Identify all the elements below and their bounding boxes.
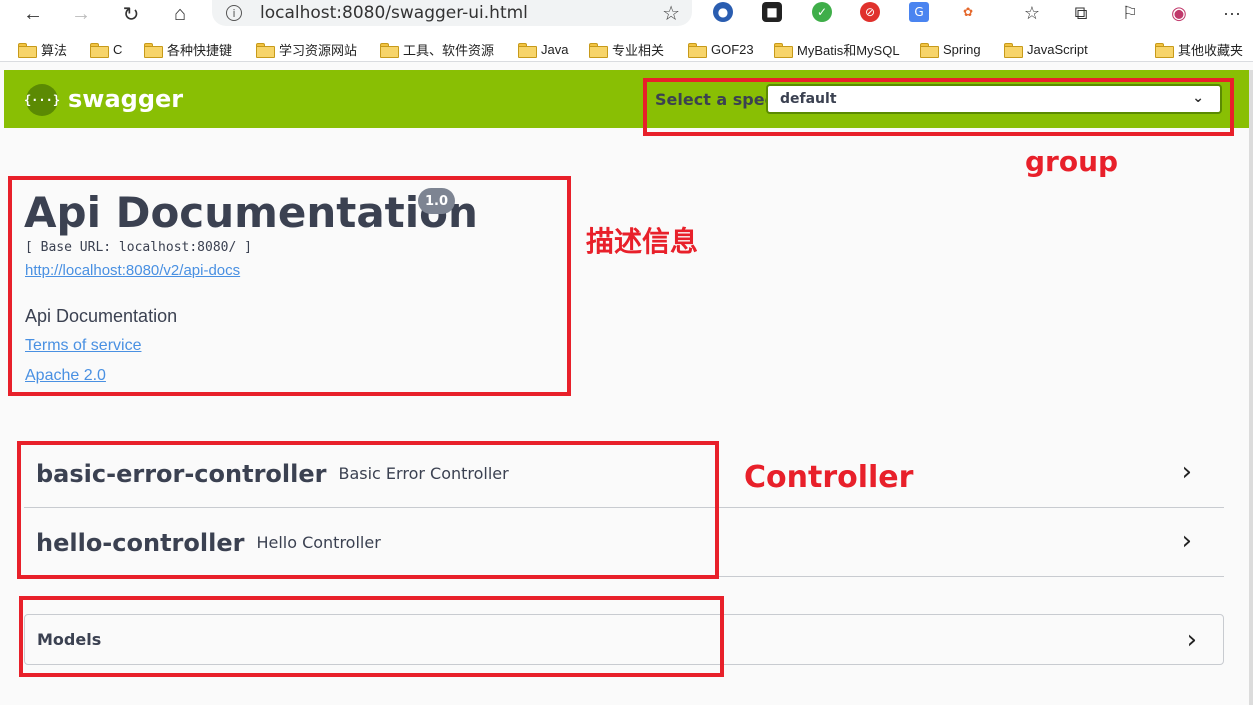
folder-icon	[1155, 42, 1174, 58]
annotation-box-models	[19, 596, 724, 677]
bookmark-folder[interactable]: 其他收藏夹	[1155, 40, 1243, 58]
translate-extension-icon[interactable]: G	[909, 2, 929, 22]
annotation-label-info: 描述信息	[586, 225, 699, 258]
favorite-star-icon[interactable]: ☆	[662, 1, 680, 26]
home-icon[interactable]: ⌂	[163, 0, 197, 28]
more-menu-icon[interactable]: ···	[1218, 0, 1246, 26]
reload-icon[interactable]: ↻	[114, 0, 148, 28]
annotation-label-group: group	[1025, 145, 1119, 178]
swagger-logo-text: swagger	[68, 85, 184, 113]
folder-icon	[1004, 42, 1023, 58]
folder-icon	[380, 42, 399, 58]
bookmark-folder[interactable]: GOF23	[688, 40, 754, 58]
forward-icon[interactable]: →	[64, 0, 98, 28]
bookmark-folder[interactable]: Spring	[920, 40, 981, 58]
bookmark-folder[interactable]: 工具、软件资源	[380, 40, 494, 58]
shield-extension-icon[interactable]: ✓	[812, 2, 832, 22]
folder-icon	[589, 42, 608, 58]
bookmark-folder[interactable]: Java	[518, 40, 568, 58]
bookmarks-bar: 算法 C 各种快捷键 学习资源网站 工具、软件资源 Java 专业相关 GOF2…	[0, 36, 1253, 62]
extension-icon-4[interactable]: ✿	[958, 2, 978, 22]
bookmark-folder[interactable]: C	[90, 40, 122, 58]
vertical-scrollbar[interactable]	[1249, 70, 1253, 705]
bookmark-folder[interactable]: MyBatis和MySQL	[774, 40, 900, 58]
folder-icon	[256, 42, 275, 58]
browser-toolbar: ← → ↻ ⌂ i localhost:8080/swagger-ui.html…	[0, 0, 1253, 36]
bookmark-folder[interactable]: 各种快捷键	[144, 40, 232, 58]
annotation-box-controller	[17, 441, 719, 579]
folder-icon	[18, 42, 37, 58]
back-icon[interactable]: ←	[16, 0, 50, 28]
bookmark-folder[interactable]: 学习资源网站	[256, 40, 357, 58]
address-bar[interactable]: i localhost:8080/swagger-ui.html ☆	[212, 0, 692, 26]
info-icon[interactable]: i	[226, 5, 242, 21]
feedback-icon[interactable]: ⚐	[1116, 0, 1144, 26]
folder-icon	[144, 42, 163, 58]
folder-icon	[920, 42, 939, 58]
chevron-right-icon[interactable]: ›	[1187, 625, 1197, 655]
annotation-box-group	[643, 78, 1234, 136]
folder-icon	[688, 42, 707, 58]
annotation-label-controller: Controller	[744, 460, 914, 495]
bookmark-folder[interactable]: 算法	[18, 40, 67, 58]
url-text: localhost:8080/swagger-ui.html	[260, 3, 528, 23]
extension-icon-3[interactable]: ⊘	[860, 2, 880, 22]
chevron-right-icon[interactable]: ›	[1182, 457, 1192, 487]
extension-icon-1[interactable]: ●	[713, 2, 733, 22]
folder-icon	[518, 42, 537, 58]
folder-icon	[774, 42, 793, 58]
extension-icon-2[interactable]: ■	[762, 2, 782, 22]
favorites-icon[interactable]: ☆	[1018, 0, 1046, 26]
avatar[interactable]: ◉	[1165, 0, 1193, 26]
folder-icon	[90, 42, 109, 58]
bookmark-folder[interactable]: JavaScript	[1004, 40, 1088, 58]
swagger-logo-icon: {···}	[24, 84, 60, 116]
annotation-box-info	[8, 176, 571, 396]
bookmark-folder[interactable]: 专业相关	[589, 40, 664, 58]
collections-icon[interactable]: ⧉	[1067, 0, 1095, 26]
chevron-right-icon[interactable]: ›	[1182, 526, 1192, 556]
